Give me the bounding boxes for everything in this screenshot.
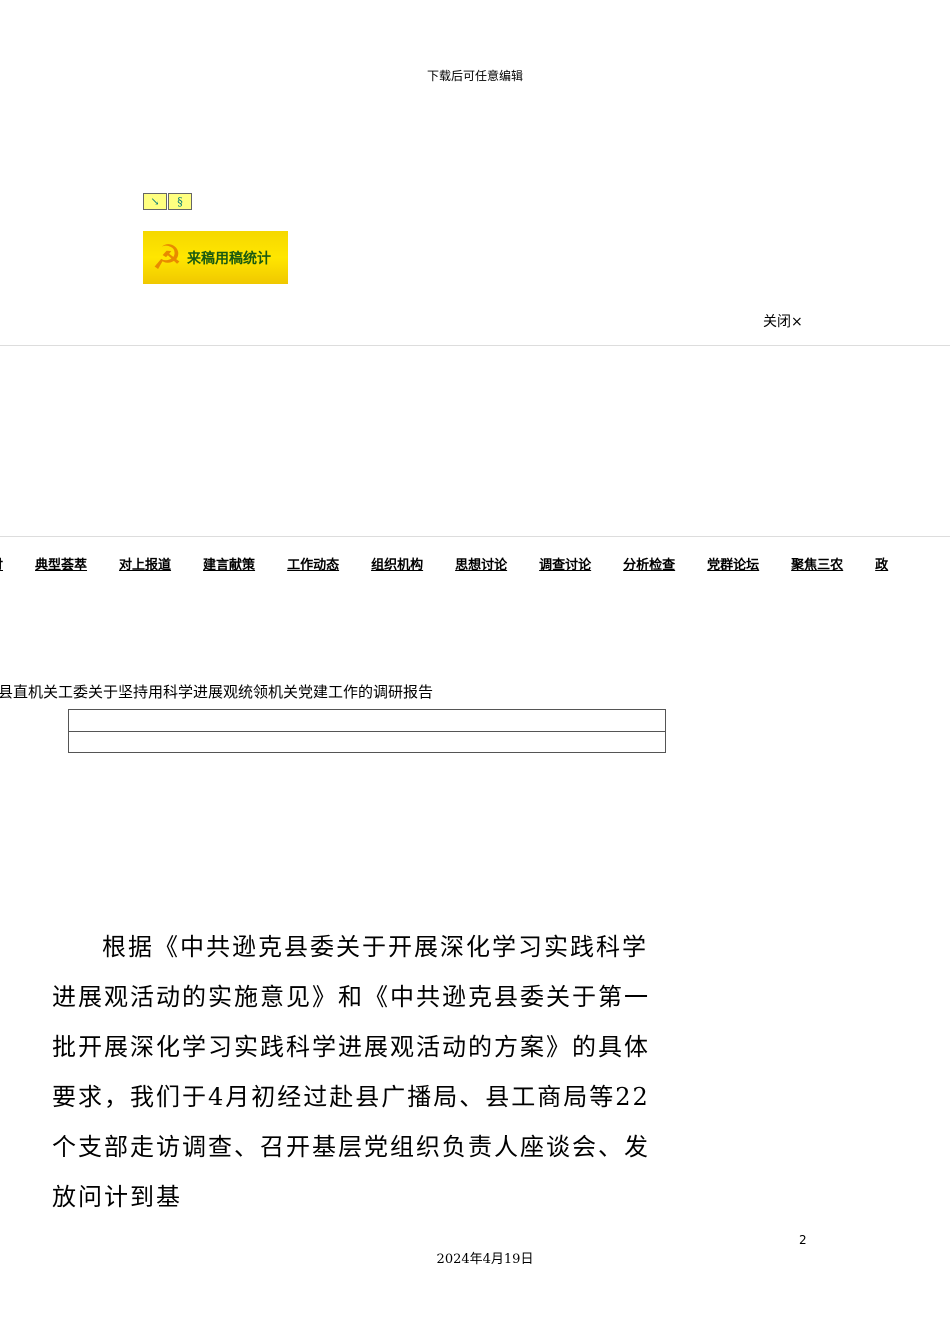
banner-label: 来稿用稿统计 <box>187 250 271 267</box>
nav-link[interactable]: 组织机构 <box>371 554 423 573</box>
link-icon[interactable]: ↘ <box>143 193 167 210</box>
nav-link[interactable]: 思想讨论 <box>455 554 507 573</box>
nav-link[interactable]: 对上报道 <box>119 554 171 573</box>
nav-link[interactable]: 建言献策 <box>203 554 255 573</box>
nav-link[interactable]: 典型荟萃 <box>35 554 87 573</box>
hammer-sickle-icon: ☭ <box>151 237 183 278</box>
nav-link[interactable]: 分析检查 <box>623 554 675 573</box>
nav-link[interactable]: 聚焦三农 <box>791 554 843 573</box>
table-row <box>69 732 665 753</box>
icon-toolbar: ↘ § <box>143 193 193 210</box>
footer-date: 2024年4月19日 <box>436 1252 534 1267</box>
table-row <box>69 710 665 732</box>
divider <box>0 536 950 537</box>
article-body: 根据《中共逊克县委关于开展深化学习实践科学进展观活动的实施意见》和《中共逊克县委… <box>52 922 672 1222</box>
article-title: 县直机关工委关于坚持用科学进展观统领机关党建工作的调研报告 <box>0 683 434 701</box>
scroll-icon[interactable]: § <box>168 193 192 210</box>
document-page: 下载后可任意编辑 ↘ § ☭ 来稿用稿统计 关闭× 讨 典型荟萃 对上报道 建言… <box>0 0 950 1344</box>
divider <box>0 345 950 346</box>
close-button[interactable]: 关闭× <box>763 311 803 331</box>
header-note: 下载后可任意编辑 <box>426 69 523 83</box>
submission-stats-banner[interactable]: ☭ 来稿用稿统计 <box>143 231 288 284</box>
nav-link[interactable]: 政 <box>875 554 888 573</box>
body-paragraph: 根据《中共逊克县委关于开展深化学习实践科学进展观活动的实施意见》和《中共逊克县委… <box>52 933 650 1211</box>
nav-link[interactable]: 讨 <box>0 554 3 573</box>
nav-link[interactable]: 党群论坛 <box>707 554 759 573</box>
empty-table <box>68 709 666 753</box>
nav-link[interactable]: 调查讨论 <box>539 554 591 573</box>
category-nav: 讨 典型荟萃 对上报道 建言献策 工作动态 组织机构 思想讨论 调查讨论 分析检… <box>0 554 920 573</box>
page-number: 2 <box>799 1233 807 1247</box>
nav-link[interactable]: 工作动态 <box>287 554 339 573</box>
